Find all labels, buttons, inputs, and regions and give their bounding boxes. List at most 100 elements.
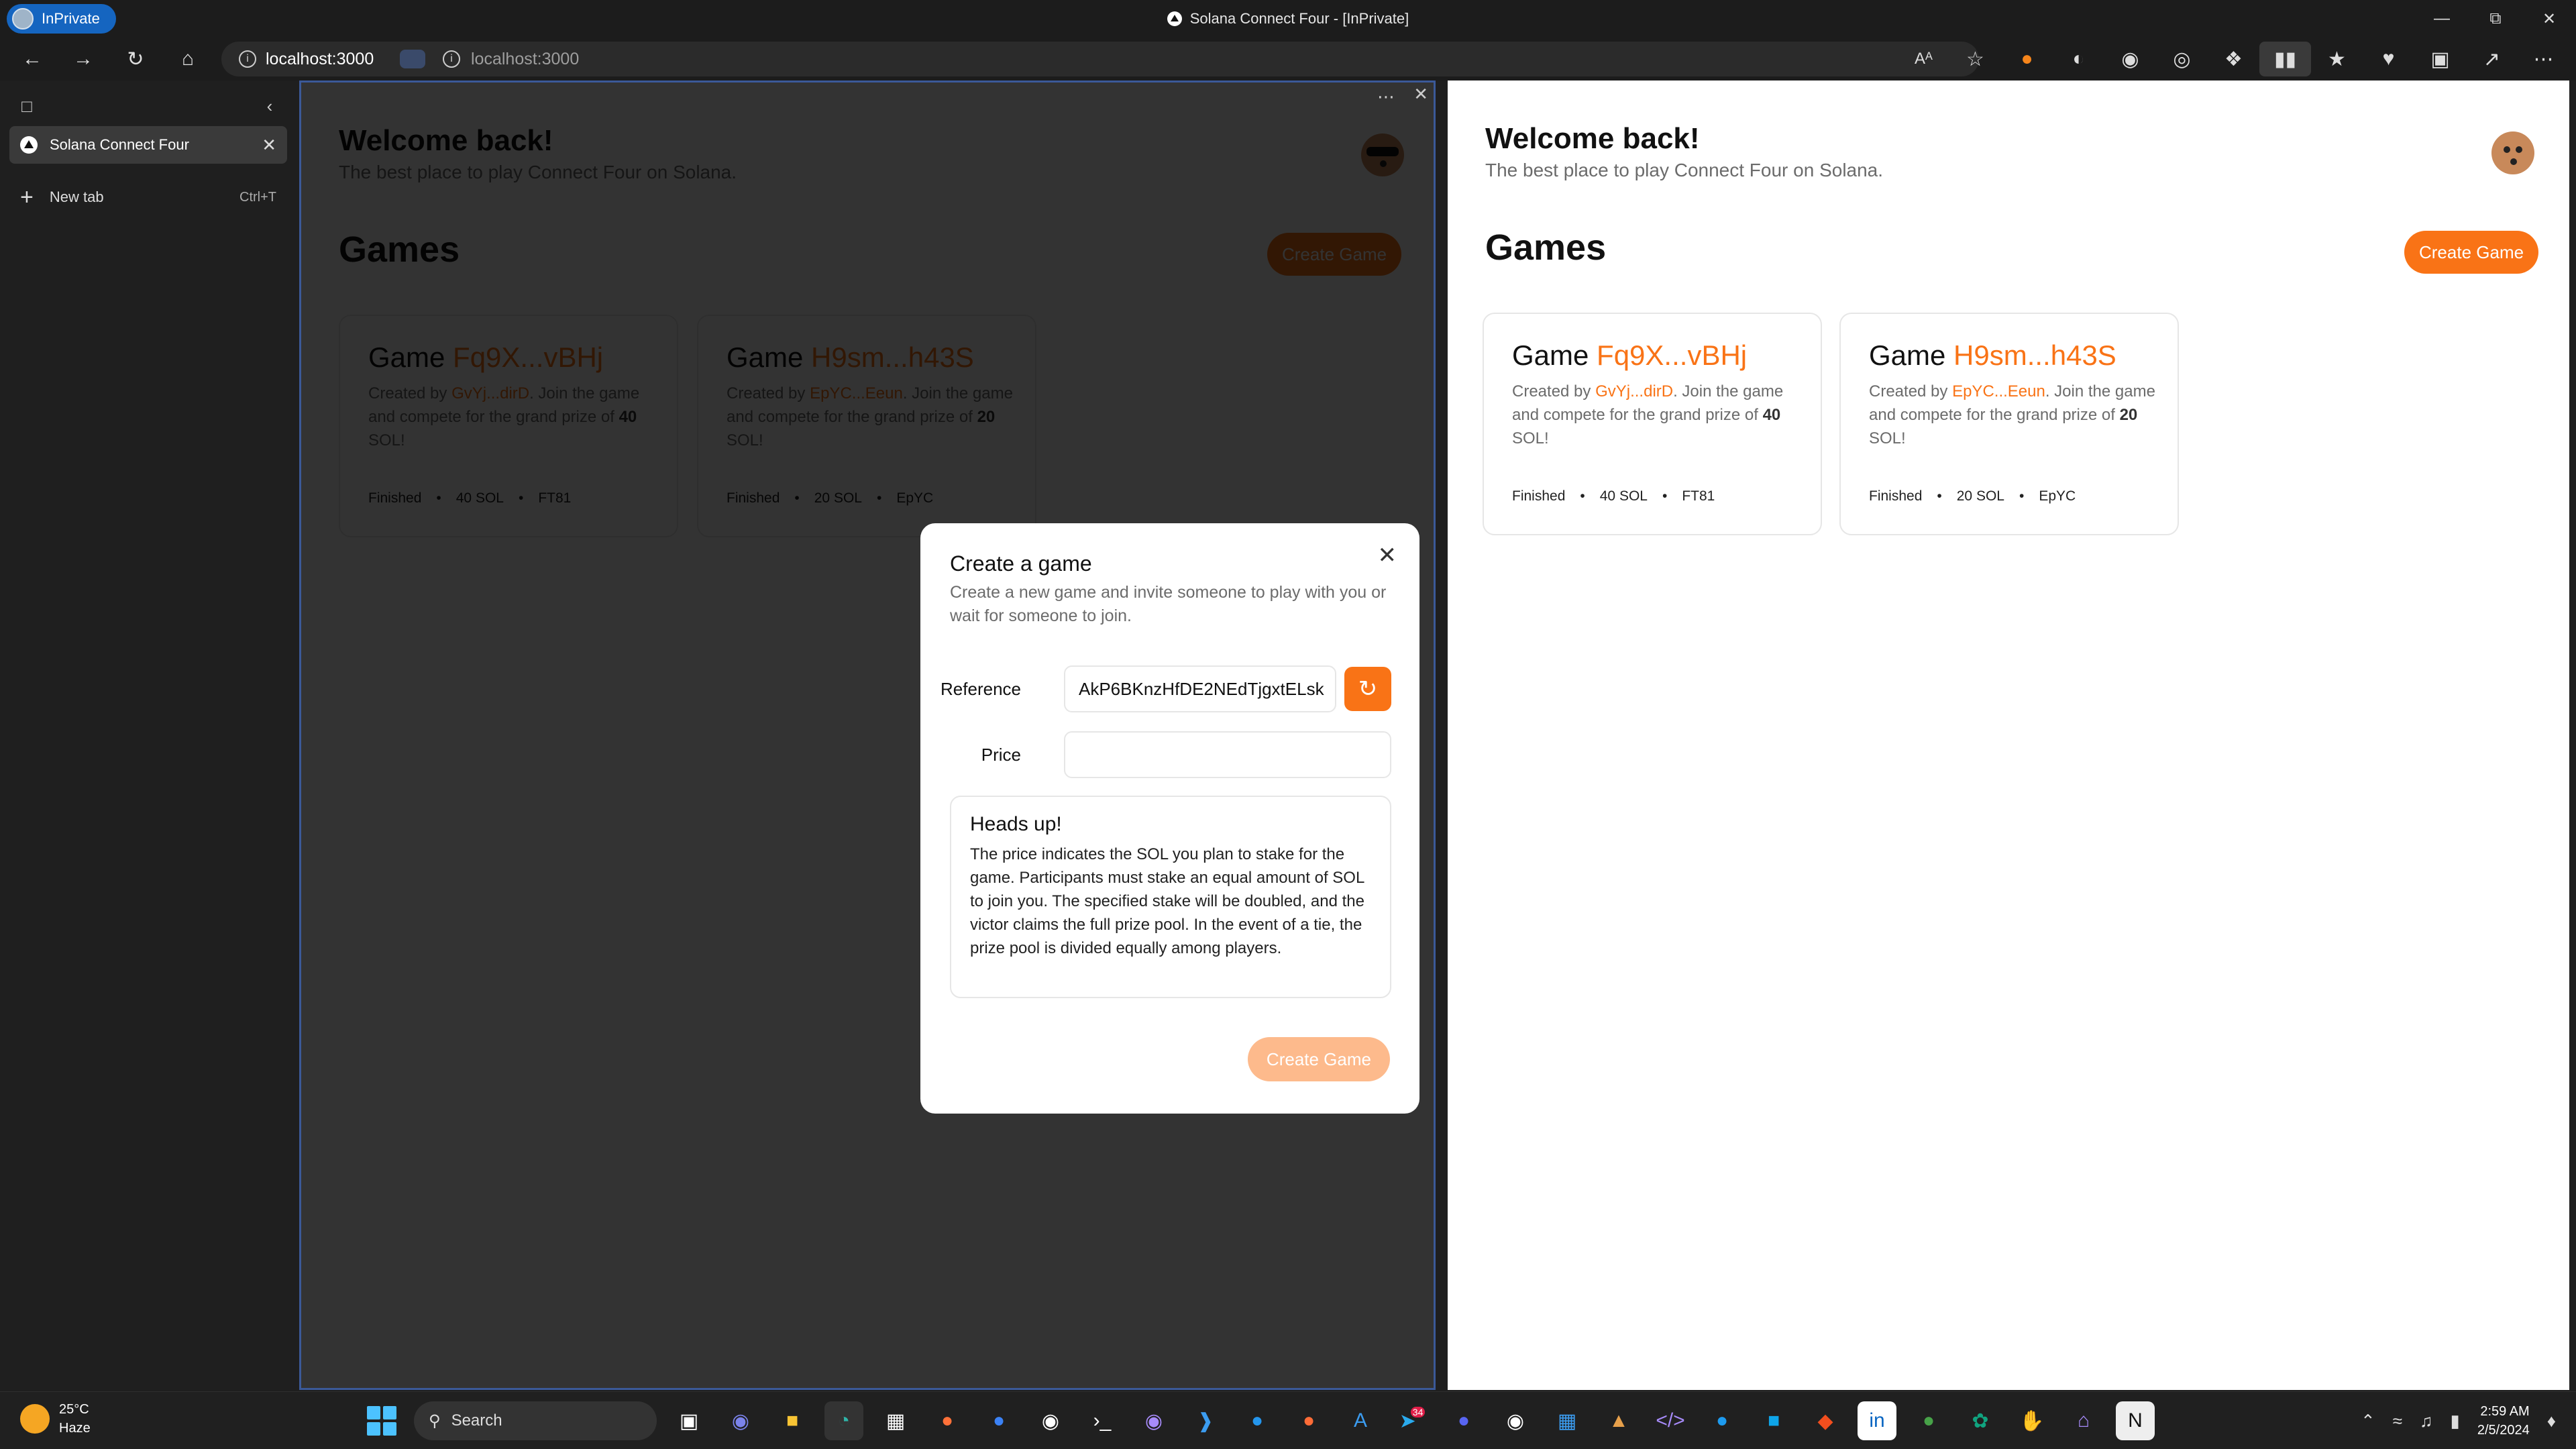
restore-button[interactable]: ⧉ (2469, 0, 2522, 38)
user-avatar[interactable] (2491, 131, 2534, 174)
volume-icon[interactable]: ♫ (2420, 1411, 2433, 1432)
windows-start-icon[interactable] (362, 1401, 401, 1440)
pane-menu-icon[interactable]: ⋯ (1377, 87, 1395, 107)
system-tray: ⌃ ≈ ♫ ▮ 2:59 AM 2/5/2024 ♦ (2361, 1400, 2556, 1442)
telegram-icon[interactable]: ➤ 34 (1393, 1401, 1432, 1440)
extension-icon-1[interactable]: ◐ (2053, 42, 2104, 76)
wifi-icon[interactable]: ≈ (2393, 1411, 2402, 1432)
edge-browser-icon[interactable]: ◔ (824, 1401, 863, 1440)
azure-icon[interactable]: A (1341, 1401, 1380, 1440)
home-app-icon[interactable]: ⌂ (2064, 1401, 2103, 1440)
split-screen-link-icon[interactable] (400, 50, 425, 68)
plus-icon: + (20, 184, 34, 210)
taskbar-apps: ⚲ Search ▣ ◉ ■ ◔ ▦ ● ● ◉ ›_ ◉ ❱ ● ● A ➤ 3… (362, 1400, 2155, 1442)
game-title: Game Fq9X...vBHj (1512, 339, 1748, 371)
steam-icon[interactable]: ◉ (1031, 1401, 1070, 1440)
task-view-icon[interactable]: ▣ (669, 1401, 708, 1440)
close-pane-icon[interactable]: ✕ (1413, 84, 1428, 105)
terminal-icon[interactable]: ›_ (1083, 1401, 1122, 1440)
home-button[interactable]: ⌂ (170, 42, 205, 76)
docker-icon[interactable]: ● (1238, 1401, 1277, 1440)
submit-create-game-button[interactable]: Create Game (1247, 1037, 1390, 1081)
weather-condition: Haze (59, 1421, 91, 1436)
file-explorer-icon[interactable]: ■ (773, 1401, 812, 1440)
game-meta: Finished•20 SOL•EpYC (1869, 488, 2076, 504)
firefox-icon[interactable]: ● (928, 1401, 967, 1440)
navigation-bar: ← → ↻ ⌂ i localhost:3000 i localhost:300… (0, 38, 2576, 80)
url-right[interactable]: i localhost:3000 (443, 42, 579, 76)
reference-input[interactable]: AkP6BKnzHfDE2NEdTjgxtELsk (1064, 665, 1336, 712)
extensions-puzzle-icon[interactable]: ❖ (2208, 42, 2259, 76)
tab-solana-connect-four[interactable]: Solana Connect Four ✕ (9, 126, 287, 164)
solana-logo-icon (1167, 11, 1182, 26)
twitter-icon[interactable]: ● (1703, 1401, 1741, 1440)
extension-icon-2[interactable]: ◉ (2104, 42, 2156, 76)
metamask-extension-icon[interactable]: ● (2001, 42, 2053, 76)
github-icon[interactable]: ◉ (1134, 1401, 1173, 1440)
welcome-subtitle: The best place to play Connect Four on S… (1485, 160, 1884, 180)
postman-icon[interactable]: ● (1289, 1401, 1328, 1440)
firefox-dev-icon[interactable]: ● (979, 1401, 1018, 1440)
mongodb-icon[interactable]: ● (1909, 1401, 1948, 1440)
forward-button[interactable]: → (66, 42, 101, 76)
office-icon[interactable]: ▦ (1548, 1401, 1587, 1440)
share-icon[interactable]: ↗ (2466, 42, 2518, 76)
avatar-mouth-icon (2510, 158, 2517, 165)
extension-icon-3[interactable]: ◎ (2156, 42, 2208, 76)
figma-icon[interactable]: ◆ (1806, 1401, 1845, 1440)
browser-essentials-icon[interactable]: ♥ (2363, 42, 2414, 76)
new-tab-button[interactable]: + New tab Ctrl+T (9, 178, 287, 216)
back-button[interactable]: ← (15, 42, 50, 76)
url-left[interactable]: i localhost:3000 (239, 42, 374, 76)
regenerate-reference-button[interactable]: ↻ (1344, 667, 1391, 711)
alert-text: The price indicates the SOL you plan to … (970, 845, 1364, 957)
weather-haze-icon (20, 1404, 50, 1434)
more-menu-icon[interactable]: ⋯ (2518, 42, 2569, 76)
clock[interactable]: 2:59 AM 2/5/2024 (2477, 1402, 2530, 1440)
app-right: Welcome back! The best place to play Con… (1448, 80, 2569, 1390)
microsoft-store-icon[interactable]: ▦ (876, 1401, 915, 1440)
collections-icon[interactable]: ▣ (2414, 42, 2466, 76)
minimize-button[interactable]: — (2415, 0, 2469, 38)
split-screen-icon[interactable]: ▮▮ (2259, 42, 2311, 76)
close-dialog-icon[interactable]: ✕ (1378, 542, 1397, 569)
close-window-button[interactable]: ✕ (2522, 0, 2576, 38)
notion-icon[interactable]: N (2116, 1401, 2155, 1440)
search-icon: ⚲ (429, 1411, 441, 1430)
linkedin-icon[interactable]: in (1858, 1401, 1896, 1440)
wave-hand-icon[interactable]: ✋ (2012, 1401, 2051, 1440)
chatgpt-icon[interactable]: ✿ (1961, 1401, 2000, 1440)
game-card[interactable]: Game H9sm...h43S Created by EpYC...Eeun.… (1839, 313, 2179, 535)
collapse-sidebar-icon[interactable]: ‹ (256, 93, 283, 119)
app-left: Welcome back! The best place to play Con… (301, 83, 1434, 1388)
create-game-button[interactable]: Create Game (2404, 231, 2539, 274)
avatar-eye-icon (2516, 146, 2522, 153)
taskbar-search[interactable]: ⚲ Search (414, 1401, 657, 1440)
read-aloud-icon[interactable]: Aᴬ (1898, 42, 1949, 76)
weather-widget[interactable]: 25°C Haze (20, 1400, 91, 1438)
vscode-icon[interactable]: ❱ (1186, 1401, 1225, 1440)
left-split-pane: Welcome back! The best place to play Con… (299, 80, 1436, 1390)
price-input[interactable] (1064, 731, 1391, 778)
battery-icon[interactable]: ▮ (2451, 1411, 2460, 1432)
refresh-button[interactable]: ↻ (118, 42, 153, 76)
discord-icon[interactable]: ● (1444, 1401, 1483, 1440)
dev-home-icon[interactable]: </> (1651, 1401, 1690, 1440)
notifications-bell-icon[interactable]: ♦ (2547, 1411, 2556, 1432)
game-card[interactable]: Game Fq9X...vBHj Created by GvYj...dirD.… (1483, 313, 1822, 535)
site-info-icon-2[interactable]: i (443, 50, 460, 68)
tab-label: Solana Connect Four (50, 136, 189, 153)
tray-overflow-icon[interactable]: ⌃ (2361, 1411, 2375, 1432)
favorites-icon[interactable]: ★ (2311, 42, 2363, 76)
favorite-star-icon[interactable]: ☆ (1949, 42, 2001, 76)
site-info-icon[interactable]: i (239, 50, 256, 68)
teams-chat-icon[interactable]: ◉ (721, 1401, 760, 1440)
bluesky-icon[interactable]: ■ (1754, 1401, 1793, 1440)
url-left-text: localhost:3000 (266, 49, 374, 68)
tab-actions-icon[interactable]: □ (13, 93, 40, 119)
refresh-icon: ↻ (1358, 676, 1378, 702)
close-tab-icon[interactable]: ✕ (262, 135, 276, 156)
window-title-text: Solana Connect Four - [InPrivate] (1189, 10, 1409, 27)
box-icon[interactable]: ▲ (1599, 1401, 1638, 1440)
obs-icon[interactable]: ◉ (1496, 1401, 1535, 1440)
